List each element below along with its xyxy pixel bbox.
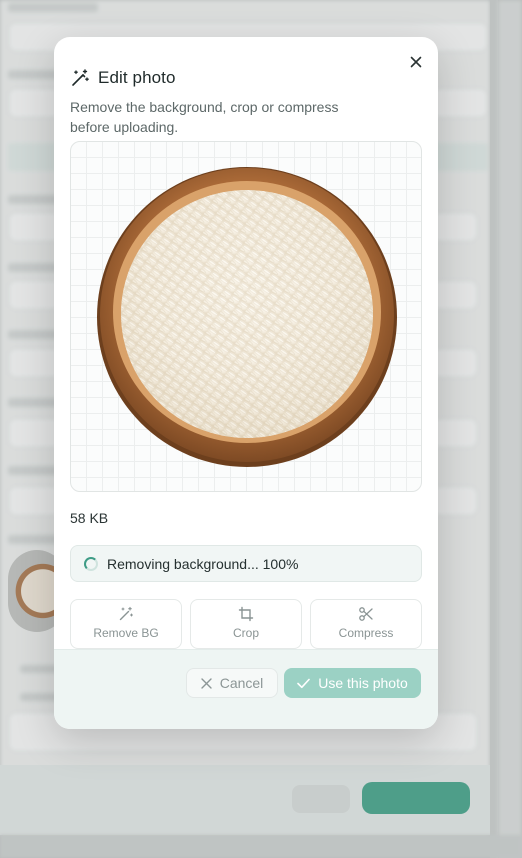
- close-button[interactable]: [406, 52, 426, 72]
- compress-button[interactable]: Compress: [310, 599, 422, 649]
- use-photo-button[interactable]: Use this photo: [284, 668, 421, 698]
- progress-status: Removing background... 100%: [70, 545, 422, 582]
- close-icon: [201, 677, 212, 689]
- tool-label: Compress: [338, 626, 394, 640]
- tool-label: Remove BG: [93, 626, 159, 640]
- use-photo-label: Use this photo: [318, 675, 408, 691]
- cancel-button[interactable]: Cancel: [186, 668, 278, 698]
- dialog-header: Edit photo: [70, 67, 176, 89]
- cancel-label: Cancel: [219, 675, 264, 691]
- rice-bowl-image: [97, 167, 397, 467]
- crop-icon: [238, 606, 254, 622]
- magic-wand-icon: [72, 69, 89, 86]
- dialog-footer: Cancel Use this photo: [54, 649, 438, 729]
- close-icon: [410, 56, 422, 68]
- check-icon: [297, 678, 311, 688]
- dialog-subtitle: Remove the background, crop or compress …: [70, 99, 339, 135]
- progress-text: Removing background... 100%: [107, 555, 299, 572]
- tool-label: Crop: [232, 626, 259, 640]
- remove-bg-button[interactable]: Remove BG: [70, 599, 182, 649]
- file-size-label: 58 KB: [70, 510, 109, 526]
- edit-photo-dialog: Edit photo Remove the background, crop o…: [54, 37, 438, 729]
- spinner-icon: [84, 556, 98, 571]
- scissors-icon: [359, 607, 373, 621]
- edit-tools: Remove BG Crop Compress: [70, 599, 422, 649]
- magic-wand-icon: [119, 606, 134, 621]
- dialog-title: Edit photo: [98, 68, 176, 87]
- crop-button[interactable]: Crop: [190, 599, 302, 649]
- photo-preview-canvas[interactable]: [70, 141, 422, 492]
